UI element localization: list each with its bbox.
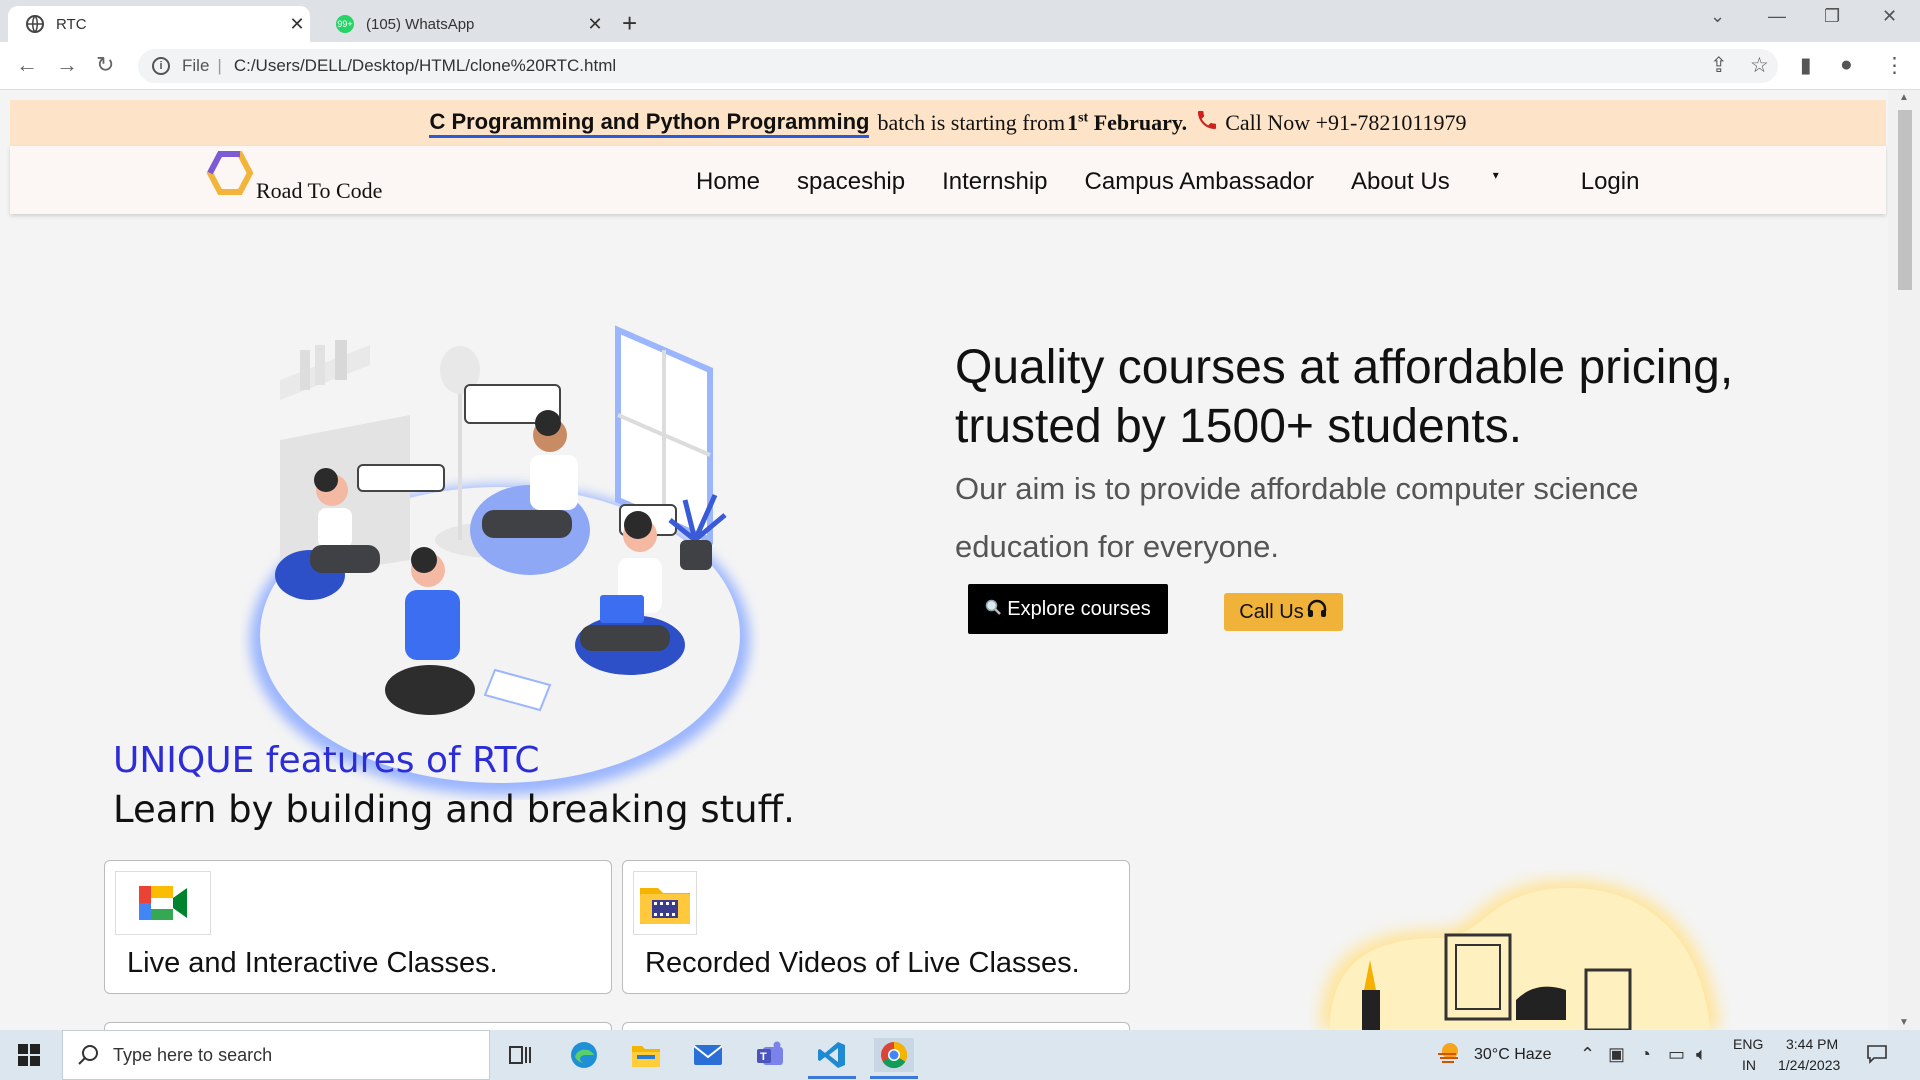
share-icon[interactable]: ⇪ [1710,53,1728,78]
caret-down-icon: ▾ [1492,168,1499,182]
browser-tab-bar: RTC ✕ 99+ (105) WhatsApp ✕ + ⌄ — ❐ ✕ [0,0,1920,42]
site-navbar: Road To Code Home spaceship Internship C… [10,146,1886,214]
task-view-icon[interactable] [500,1038,540,1072]
url-separator: | [217,56,222,75]
hexagon-logo-icon[interactable] [206,150,254,196]
features-subtitle: Learn by building and breaking stuff. [113,788,795,831]
feature-icon-box [633,871,697,935]
menu-dots-icon[interactable]: ⋮ [1884,53,1905,78]
scroll-up-icon[interactable]: ▲ [1899,92,1909,103]
url-scheme-label: File [182,56,210,75]
nav-links: Home spaceship Internship Campus Ambassa… [696,168,1676,196]
bookmark-star-icon[interactable]: ☆ [1750,53,1769,78]
features-title: UNIQUE features of RTC [113,740,540,781]
volume-icon[interactable]: 🔈︎ [1696,1044,1707,1065]
nav-internship[interactable]: Internship [942,168,1047,196]
close-tab-icon[interactable]: ✕ [582,14,608,35]
tab-rtc[interactable]: RTC ✕ [8,6,310,42]
windows-start-icon[interactable] [18,1044,40,1066]
close-window-icon[interactable]: ✕ [1882,6,1897,27]
tab-title: RTC [56,15,87,33]
call-now-text[interactable]: Call Now +91-7821011979 [1225,110,1466,136]
new-tab-icon[interactable]: + [622,8,637,39]
address-bar: ← → ↻ i File | C:/Users/DELL/Desktop/HTM… [0,42,1920,90]
tab-title: (105) WhatsApp [366,15,475,33]
url-field[interactable]: i File | C:/Users/DELL/Desktop/HTML/clon… [138,49,1778,83]
windows-taskbar: Type here to search T 30°C Haze ⌃ ▣ ◔ ▭ … [0,1030,1920,1080]
back-icon[interactable]: ← [16,52,38,78]
nav-campus-ambassador[interactable]: Campus Ambassador [1085,168,1314,196]
side-panel-icon[interactable]: ▮ [1800,53,1812,78]
taskbar-search-box[interactable]: Type here to search [62,1030,490,1080]
network-device-icon[interactable]: ▣ [1608,1044,1625,1065]
feature-card-partial[interactable] [104,1022,612,1030]
feature-card-label: Recorded Videos of Live Classes. [645,947,1080,979]
scroll-down-icon[interactable]: ▼ [1899,1017,1909,1028]
tab-whatsapp[interactable]: 99+ (105) WhatsApp ✕ [318,6,608,42]
notifications-icon[interactable] [1866,1044,1888,1069]
nav-home[interactable]: Home [696,168,760,196]
people-discussion-illustration [250,325,750,795]
feature-card-live-classes[interactable]: Live and Interactive Classes. [104,860,612,994]
explore-courses-button[interactable]: Explore courses [968,584,1168,634]
chrome-icon[interactable] [874,1038,914,1072]
vscode-icon[interactable] [812,1038,852,1072]
clock-date[interactable]: 1/24/2023 [1778,1057,1840,1073]
workspace-illustration [1320,880,1720,1030]
headset-icon [1306,598,1328,626]
hero-title: Quality courses at affordable pricing, t… [955,341,1734,453]
nav-spaceship[interactable]: spaceship [797,168,905,196]
feature-card-partial[interactable] [622,1022,1130,1030]
taskbar-search-placeholder: Type here to search [113,1044,273,1065]
page-scrollbar[interactable]: ▲ ▼ [1888,90,1920,1030]
nav-login[interactable]: Login [1581,168,1640,196]
page-viewport: C Programming and Python Programming bat… [0,90,1888,1030]
announcement-bar: C Programming and Python Programming bat… [10,100,1886,146]
profile-icon[interactable]: ● [1840,53,1853,77]
teams-icon[interactable]: T [750,1038,790,1072]
svg-text:T: T [760,1051,767,1063]
announcement-text: batch is starting from [877,110,1066,135]
whatsapp-icon: 99+ [336,15,354,33]
chevron-up-icon[interactable]: ⌃ [1580,1044,1595,1065]
feature-card-recorded-videos[interactable]: Recorded Videos of Live Classes. [622,860,1130,994]
scrollbar-thumb[interactable] [1898,110,1912,290]
film-folder-icon [640,888,690,924]
video-meet-icon [139,886,187,920]
tab-search-icon[interactable]: ⌄ [1710,6,1725,27]
wifi-icon[interactable]: ◔ [1640,1044,1651,1065]
battery-icon[interactable]: ▭ [1668,1044,1685,1065]
reload-icon[interactable]: ↻ [96,52,114,78]
language-indicator[interactable]: ENG [1733,1036,1763,1052]
feature-icon-box [115,871,211,935]
announcement-date: 1st February. [1067,110,1188,135]
mail-icon[interactable] [688,1038,728,1072]
call-us-button[interactable]: Call Us [1224,593,1343,631]
site-info-icon[interactable]: i [152,57,170,75]
region-indicator[interactable]: IN [1742,1057,1756,1073]
search-icon [78,1045,98,1065]
url-text: C:/Users/DELL/Desktop/HTML/clone%20RTC.h… [233,56,617,75]
feature-card-label: Live and Interactive Classes. [127,947,498,979]
magnifier-icon [985,598,1002,621]
weather-text[interactable]: 30°C Haze [1474,1046,1552,1064]
call-us-label: Call Us [1239,600,1304,623]
weather-haze-icon[interactable] [1436,1040,1462,1071]
phone-icon [1195,108,1219,139]
edge-icon[interactable] [564,1038,604,1072]
brand-name[interactable]: Road To Code [256,178,382,204]
restore-icon[interactable]: ❐ [1824,6,1840,27]
forward-icon[interactable]: → [56,52,78,78]
announcement-course-link[interactable]: C Programming and Python Programming [429,109,870,138]
hero-subtitle: Our aim is to provide affordable compute… [955,471,1639,564]
file-explorer-icon[interactable] [626,1038,666,1072]
nav-about-us[interactable]: About Us ▾ [1351,168,1536,196]
close-tab-icon[interactable]: ✕ [284,14,310,35]
clock-time[interactable]: 3:44 PM [1786,1036,1838,1052]
globe-icon [26,15,44,33]
vscode-active-indicator [808,1076,856,1079]
explore-courses-label: Explore courses [1007,597,1151,620]
minimize-icon[interactable]: — [1768,6,1786,27]
chrome-active-indicator [870,1076,918,1079]
